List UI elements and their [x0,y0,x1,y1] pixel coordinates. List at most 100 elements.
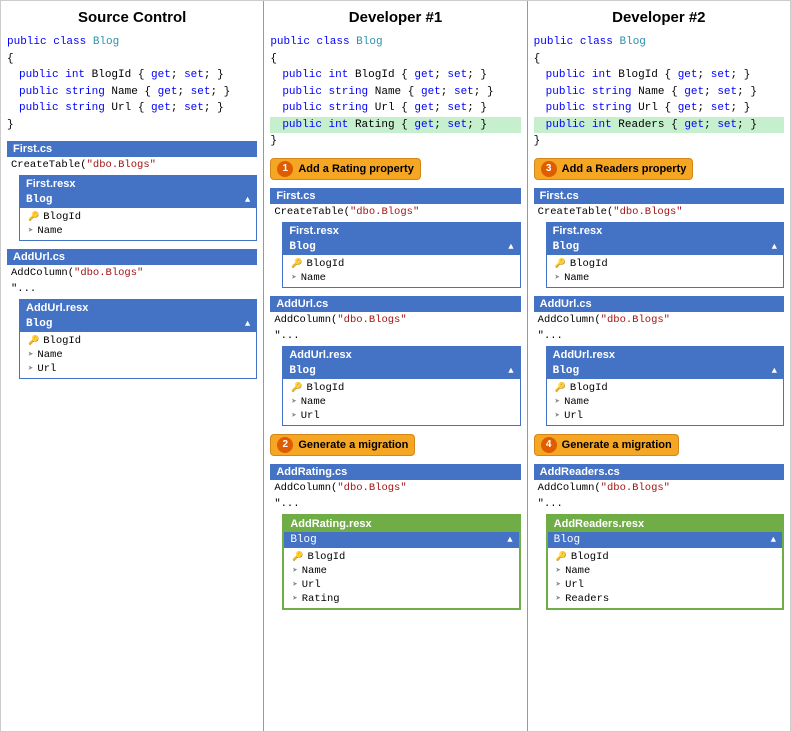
column-developer-1: Developer #1 public class Blog{public int… [264,1,527,731]
row-name: Name [565,565,590,577]
resx-header-addurl-cs-d1: AddUrl.resx [283,347,519,363]
row-name: Url [564,410,583,422]
migration-addreaders-cs-d2: 4Generate a migration AddReaders.csAddCol… [534,434,784,610]
row-name: Rating [302,593,340,605]
file-code-addurl-cs-d2: AddColumn("dbo.Blogs" [534,312,784,328]
main-container: Source Controlpublic class Blog{public i… [0,0,791,732]
code-line: { [270,51,520,68]
table-row: Url [547,409,783,423]
arrow-icon [555,410,560,422]
annotation-badge: 2 [277,437,293,453]
table-row: Name [283,395,519,409]
table-body-addurl-cs-sc: BlogIdNameUrl [20,332,256,378]
annotation-addreaders-cs-d2-ann: 4Generate a migration [534,434,679,456]
key-icon [555,258,566,270]
code-block-developer-2: public class Blog{public int BlogId { ge… [534,34,784,150]
file-header-addreaders-cs-d2: AddReaders.cs [534,464,784,480]
code-line: public int BlogId { get; set; } [7,67,257,84]
row-name: Name [302,565,327,577]
code-line: } [270,133,520,150]
annotation-label: Generate a migration [298,439,408,451]
code-line: public class Blog [7,34,257,51]
table-row: Name [284,564,518,578]
code-line: public string Url { get; set; } [7,100,257,117]
table-body-first-cs-d2: BlogIdName [547,255,783,287]
file-header-first-cs-d2: First.cs [534,188,784,204]
arrow-icon [555,272,560,284]
arrow-icon [556,565,561,577]
arrow-icon [556,579,561,591]
table-header-first-cs-d1: Blog▲ [283,239,519,255]
code-line: } [534,133,784,150]
table-name: Blog [290,534,316,546]
row-name: BlogId [43,335,81,347]
row-name: BlogId [43,211,81,223]
row-name: Name [301,272,326,284]
code-line: public string Url { get; set; } [270,100,520,117]
migration-addurl-cs-d2: AddUrl.csAddColumn("dbo.Blogs""...AddUrl… [534,296,784,426]
row-name: BlogId [308,551,346,563]
row-name: Url [37,363,56,375]
table-header-addurl-cs-d2: Blog▲ [547,363,783,379]
file-header-first-cs-sc: First.cs [7,141,257,157]
table-row: BlogId [283,257,519,271]
resx-first-cs-d2: First.resxBlog▲BlogIdName [546,222,784,288]
table-row: BlogId [547,257,783,271]
table-row: Name [283,271,519,285]
table-row: Url [283,409,519,423]
arrow-icon [28,225,33,237]
code-block-developer-1: public class Blog{public int BlogId { ge… [270,34,520,150]
arrow-icon [292,579,297,591]
row-name: Name [301,396,326,408]
resx-header-first-cs-d2: First.resx [547,223,783,239]
table-name: Blog [26,318,52,330]
code-line: public int BlogId { get; set; } [270,67,520,84]
file-header-addrating-cs-d1: AddRating.cs [270,464,520,480]
file-code-addurl-cs-d1: AddColumn("dbo.Blogs" [270,312,520,328]
row-name: BlogId [307,258,345,270]
file-code2-addrating-cs-d1: "... [270,496,520,512]
arrow-icon [291,410,296,422]
arrow-icon [292,565,297,577]
row-name: Name [564,272,589,284]
migration-first-cs-sc: First.csCreateTable("dbo.Blogs"First.res… [7,141,257,241]
table-row: BlogId [547,381,783,395]
resx-header-addurl-cs-d2: AddUrl.resx [547,347,783,363]
code-line: } [7,117,257,134]
table-body-first-cs-d1: BlogId Name [283,255,519,287]
file-header-first-cs-d1: First.cs [270,188,520,204]
file-code2-addurl-cs-d1: "... [270,328,520,344]
resx-addurl-cs-d1: AddUrl.resxBlog▲BlogIdNameUrl [282,346,520,426]
code-line: public string Name { get; set; } [7,84,257,101]
arrow-icon [556,593,561,605]
file-header-addurl-cs-d1: AddUrl.cs [270,296,520,312]
row-name: BlogId [571,551,609,563]
table-body-addurl-cs-d1: BlogIdNameUrl [283,379,519,425]
key-icon [555,382,566,394]
table-row: Name [20,224,256,238]
arrow-icon [28,349,33,361]
arrow-icon [555,396,560,408]
sort-icon: ▲ [772,366,777,376]
annotation-developer-2-ann1: 3Add a Readers property [534,158,694,180]
migration-first-cs-d2: First.csCreateTable("dbo.Blogs"First.res… [534,188,784,288]
annotation-label: Add a Rating property [298,163,414,175]
table-row: BlogId [20,210,256,224]
sort-icon: ▲ [245,195,250,205]
annotation-label: Generate a migration [562,439,672,451]
row-name: Name [37,225,62,237]
file-code-addreaders-cs-d2: AddColumn("dbo.Blogs" [534,480,784,496]
resx-addurl-cs-sc: AddUrl.resxBlog▲BlogIdNameUrl [19,299,257,379]
table-row: Url [20,362,256,376]
resx-first-cs-sc: First.resxBlog▲BlogIdName [19,175,257,241]
sort-icon: ▲ [508,242,513,252]
col-header-developer-1: Developer #1 [270,9,520,26]
key-icon [291,258,302,270]
file-code2-addurl-cs-d2: "... [534,328,784,344]
file-code-addurl-cs-sc: AddColumn("dbo.Blogs" [7,265,257,281]
code-line: public class Blog [534,34,784,51]
table-body-addrating-cs-d1: BlogIdNameUrlRating [284,548,518,608]
code-line: { [534,51,784,68]
table-row: Url [548,578,782,592]
file-code-addrating-cs-d1: AddColumn("dbo.Blogs" [270,480,520,496]
